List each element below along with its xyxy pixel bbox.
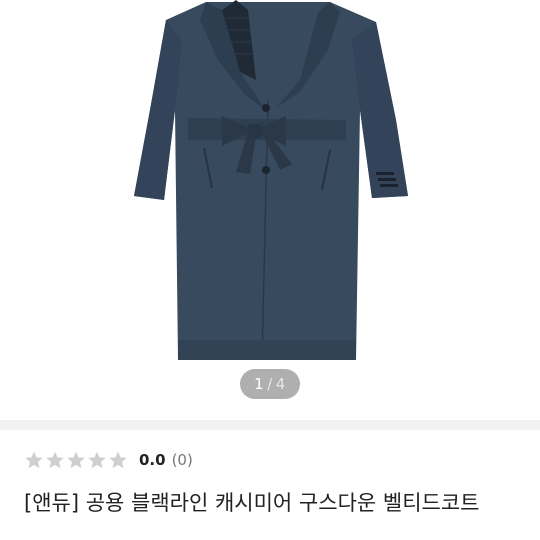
star-empty-icon xyxy=(25,451,43,469)
product-image xyxy=(134,0,408,361)
review-count[interactable]: (0) xyxy=(172,451,193,469)
rating-stars xyxy=(24,450,129,470)
pager-separator: / xyxy=(267,375,273,393)
pager-total: 4 xyxy=(275,375,286,393)
section-divider xyxy=(0,420,540,430)
star-empty-icon xyxy=(109,451,127,469)
pager-current: 1 xyxy=(254,375,265,393)
rating-score: 0.0 xyxy=(139,451,166,469)
star-empty-icon xyxy=(88,451,106,469)
rating-row[interactable]: 0.0 (0) xyxy=(24,448,193,472)
image-pager: 1 / 4 xyxy=(240,369,300,399)
star-empty-icon xyxy=(67,451,85,469)
product-title: [앤듀] 공용 블랙라인 캐시미어 구스다운 벨티드코트 xyxy=(24,491,480,515)
star-empty-icon xyxy=(46,451,64,469)
product-image-gallery[interactable]: 1 / 4 xyxy=(0,0,540,420)
